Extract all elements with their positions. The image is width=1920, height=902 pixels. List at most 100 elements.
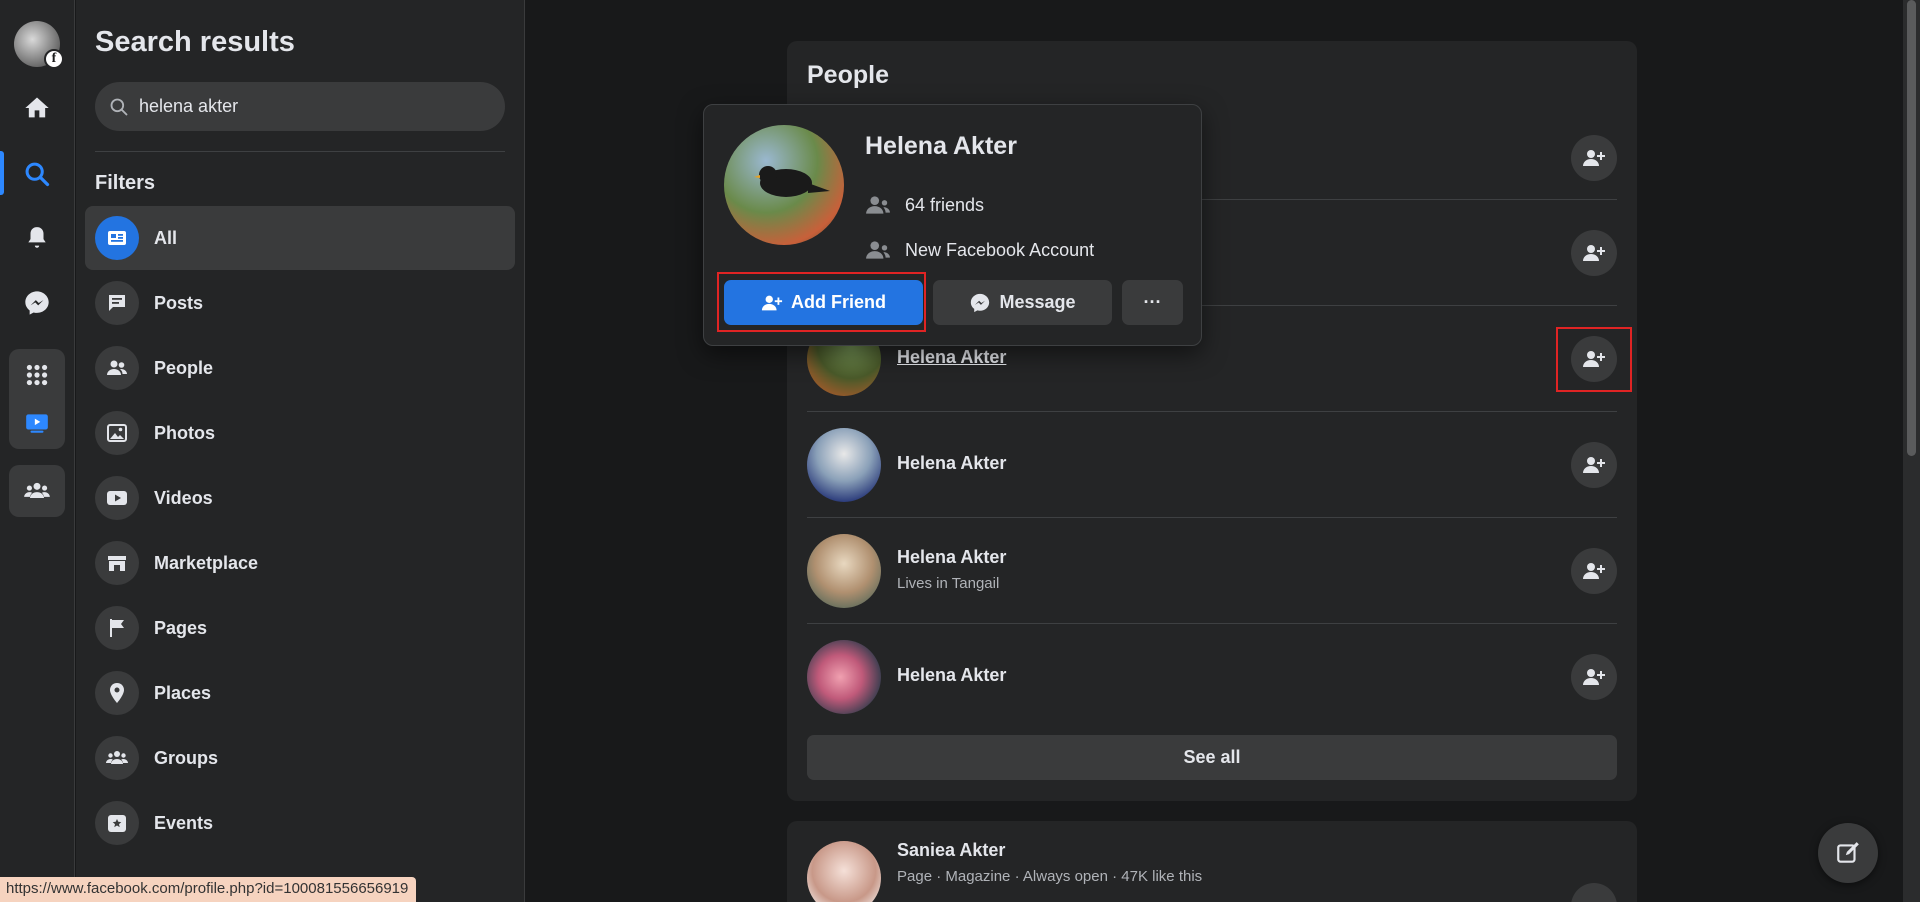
notifications-button[interactable] bbox=[13, 214, 61, 262]
add-friend-icon bbox=[1583, 457, 1605, 473]
filter-photos[interactable]: Photos bbox=[85, 401, 515, 465]
scrollbar-thumb[interactable] bbox=[1907, 0, 1916, 456]
filter-label: People bbox=[154, 357, 214, 378]
account-info: New Facebook Account bbox=[865, 237, 1094, 263]
add-friend-button[interactable] bbox=[1571, 548, 1617, 594]
groups-shortcut bbox=[9, 465, 65, 517]
page-meta: Page · Magazine · Always open · 47K like… bbox=[897, 868, 1203, 885]
search-icon bbox=[110, 98, 128, 115]
avatar[interactable] bbox=[807, 841, 881, 902]
compose-icon bbox=[1837, 842, 1859, 863]
left-rail: f bbox=[0, 0, 75, 902]
bird-image bbox=[754, 166, 830, 197]
groups-button[interactable] bbox=[13, 467, 61, 515]
see-all-button[interactable]: See all bbox=[807, 735, 1617, 780]
feed-icon bbox=[95, 216, 139, 260]
filter-groups[interactable]: Groups bbox=[85, 726, 515, 790]
marketplace-icon bbox=[95, 541, 139, 585]
add-friend-icon bbox=[1583, 669, 1605, 685]
filter-videos[interactable]: Videos bbox=[85, 466, 515, 530]
posts-icon bbox=[95, 281, 139, 325]
search-icon bbox=[25, 162, 50, 187]
avatar[interactable] bbox=[807, 534, 881, 608]
person-location: Lives in Tangail bbox=[897, 575, 1000, 592]
filter-label: Groups bbox=[154, 747, 219, 768]
menu-button[interactable] bbox=[13, 351, 61, 399]
filter-marketplace[interactable]: Marketplace bbox=[85, 531, 515, 595]
add-friend-button[interactable] bbox=[1571, 230, 1617, 276]
filter-places[interactable]: Places bbox=[85, 661, 515, 725]
messenger-icon bbox=[25, 291, 49, 315]
list-item[interactable]: Helena Akter Lives in Tangail bbox=[807, 517, 1617, 623]
filters-heading: Filters bbox=[95, 172, 156, 194]
friends-icon bbox=[866, 196, 890, 214]
filter-label: Pages bbox=[154, 617, 208, 638]
filter-label: All bbox=[154, 227, 178, 248]
search-sidebar: Search results helena akter Filters All … bbox=[76, 0, 525, 902]
list-item[interactable]: Helena Akter bbox=[807, 411, 1617, 517]
avatar[interactable] bbox=[807, 428, 881, 502]
filter-label: Marketplace bbox=[154, 552, 259, 573]
add-friend-button[interactable] bbox=[1571, 654, 1617, 700]
watch-icon bbox=[26, 414, 48, 433]
location-pin-icon bbox=[95, 671, 139, 715]
filter-label: Events bbox=[154, 812, 214, 833]
add-friend-button[interactable] bbox=[1571, 135, 1617, 181]
section-title: People bbox=[807, 61, 889, 89]
home-button[interactable] bbox=[13, 84, 61, 132]
filter-people[interactable]: People bbox=[85, 336, 515, 400]
filter-label: Videos bbox=[154, 487, 213, 508]
add-friend-button[interactable] bbox=[1571, 442, 1617, 488]
highlight-box bbox=[1556, 327, 1632, 392]
search-button[interactable] bbox=[13, 150, 61, 198]
filter-all[interactable]: All bbox=[85, 206, 515, 270]
person-icon bbox=[866, 241, 890, 259]
filter-pages[interactable]: Pages bbox=[85, 596, 515, 660]
page-title: Search results bbox=[95, 26, 295, 58]
message-button[interactable]: Message bbox=[933, 280, 1112, 325]
account-info-text: New Facebook Account bbox=[905, 239, 1095, 260]
bell-icon bbox=[28, 227, 46, 248]
more-options-button[interactable]: ··· bbox=[1122, 280, 1183, 325]
more-dots-icon: ··· bbox=[1143, 292, 1162, 312]
search-input[interactable]: helena akter bbox=[95, 82, 505, 131]
list-item[interactable]: Helena Akter bbox=[807, 623, 1617, 729]
status-bar-url: https://www.facebook.com/profile.php?id=… bbox=[0, 877, 417, 902]
messenger-icon bbox=[971, 293, 990, 312]
profile-avatar[interactable]: f bbox=[14, 21, 64, 69]
filter-posts[interactable]: Posts bbox=[85, 271, 515, 335]
avatar[interactable] bbox=[807, 640, 881, 714]
filter-label: Photos bbox=[154, 422, 215, 443]
person-name[interactable]: Helena Akter bbox=[897, 665, 1006, 686]
page-name[interactable]: Saniea Akter bbox=[897, 840, 1005, 861]
person-name[interactable]: Helena Akter bbox=[897, 547, 1006, 568]
message-label: Message bbox=[999, 292, 1076, 312]
calendar-star-icon bbox=[95, 801, 139, 845]
avatar[interactable] bbox=[724, 125, 844, 245]
add-friend-icon bbox=[1583, 245, 1605, 261]
grid-icon bbox=[26, 364, 48, 386]
page-result-card: Saniea Akter Page · Magazine · Always op… bbox=[787, 821, 1637, 902]
apps-group bbox=[9, 349, 65, 449]
home-icon bbox=[25, 97, 49, 118]
flag-icon bbox=[95, 606, 139, 650]
groups-icon bbox=[24, 482, 50, 498]
people-icon bbox=[95, 346, 139, 390]
filter-label: Posts bbox=[154, 292, 204, 313]
person-name-link[interactable]: Helena Akter bbox=[897, 347, 1006, 368]
page-scrollbar[interactable] bbox=[1903, 0, 1920, 902]
watch-button[interactable] bbox=[13, 399, 61, 447]
like-page-button[interactable] bbox=[1571, 883, 1617, 902]
active-indicator bbox=[0, 151, 4, 195]
mutual-friends: 64 friends bbox=[865, 192, 984, 218]
divider bbox=[95, 151, 505, 152]
person-name[interactable]: Helena Akter bbox=[897, 453, 1006, 474]
new-message-button[interactable] bbox=[1818, 823, 1878, 883]
filter-label: Places bbox=[154, 682, 212, 703]
search-query: helena akter bbox=[139, 96, 239, 116]
highlight-box bbox=[717, 272, 926, 332]
filter-events[interactable]: Events bbox=[85, 791, 515, 855]
groups-icon bbox=[95, 736, 139, 780]
messenger-button[interactable] bbox=[13, 279, 61, 327]
profile-name[interactable]: Helena Akter bbox=[865, 132, 1017, 161]
